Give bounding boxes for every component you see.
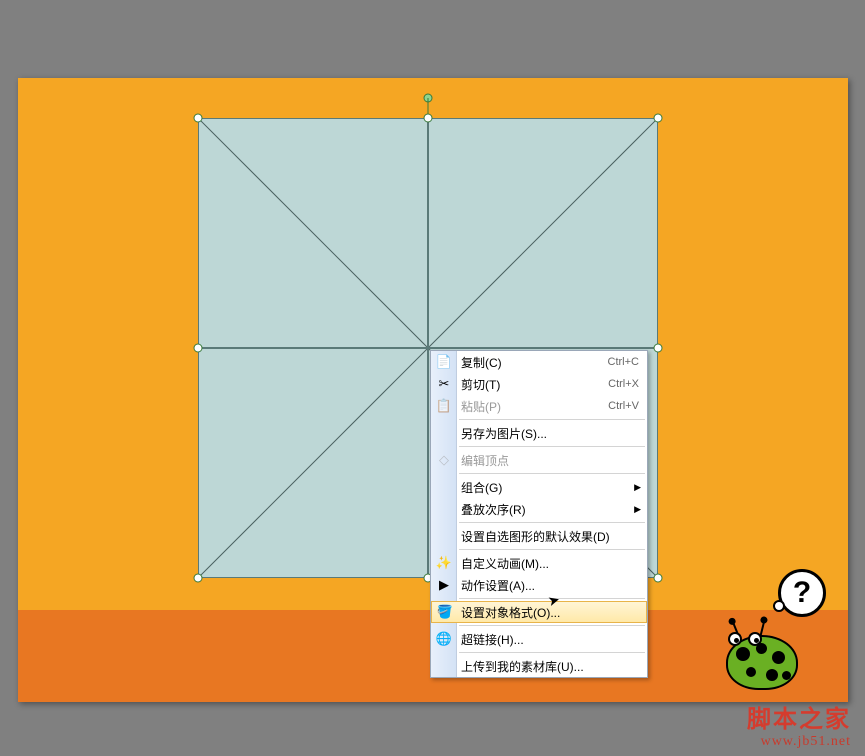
paste-icon: 📋 <box>435 397 453 415</box>
cut-icon: ✂ <box>435 375 453 393</box>
resize-handle-w[interactable] <box>194 344 203 353</box>
format-icon: 🪣 <box>436 603 454 621</box>
copy-icon: 📄 <box>435 353 453 371</box>
resize-handle-nw[interactable] <box>194 114 203 123</box>
menu-order[interactable]: 叠放次序(R) ▶ <box>431 498 647 520</box>
bubble-text: ? <box>793 576 811 610</box>
watermark-url: www.jb51.net <box>747 734 851 750</box>
menu-cut-shortcut: Ctrl+X <box>608 378 639 390</box>
bug-eye-right <box>748 632 762 646</box>
resize-handle-sw[interactable] <box>194 574 203 583</box>
menu-separator <box>459 419 645 420</box>
resize-handle-ne[interactable] <box>654 114 663 123</box>
menu-separator <box>459 446 645 447</box>
shape-quadrant-3[interactable] <box>198 348 428 578</box>
bug-eye-left <box>728 632 742 646</box>
resize-handle-se[interactable] <box>654 574 663 583</box>
submenu-arrow-icon: ▶ <box>634 482 641 493</box>
menu-separator <box>459 473 645 474</box>
menu-separator <box>459 549 645 550</box>
menu-action-settings-label: 动作设置(A)... <box>461 577 639 594</box>
menu-format-object-label: 设置对象格式(O)... <box>461 604 638 621</box>
resize-handle-n[interactable] <box>424 114 433 123</box>
menu-custom-animation[interactable]: ✨ 自定义动画(M)... <box>431 552 647 574</box>
menu-group-label: 组合(G) <box>461 479 639 496</box>
context-menu: 📄 复制(C) Ctrl+C ✂ 剪切(T) Ctrl+X 📋 粘贴(P) Ct… <box>430 350 648 678</box>
action-icon: ▶ <box>435 576 453 594</box>
watermark: 脚本之家 www.jb51.net <box>747 699 851 750</box>
menu-paste-shortcut: Ctrl+V <box>608 400 639 412</box>
menu-cut-label: 剪切(T) <box>461 376 608 393</box>
menu-separator <box>459 652 645 653</box>
resize-handle-e[interactable] <box>654 344 663 353</box>
menu-hyperlink-label: 超链接(H)... <box>461 631 639 648</box>
menu-save-as-picture-label: 另存为图片(S)... <box>461 425 639 442</box>
menu-group[interactable]: 组合(G) ▶ <box>431 476 647 498</box>
edit-points-icon: ◇ <box>435 451 453 469</box>
menu-paste-label: 粘贴(P) <box>461 398 608 415</box>
speech-bubble: ? <box>778 569 826 617</box>
menu-hyperlink[interactable]: 🌐 超链接(H)... <box>431 628 647 650</box>
menu-copy[interactable]: 📄 复制(C) Ctrl+C <box>431 351 647 373</box>
submenu-arrow-icon: ▶ <box>634 504 641 515</box>
menu-edit-points[interactable]: ◇ 编辑顶点 <box>431 449 647 471</box>
menu-edit-points-label: 编辑顶点 <box>461 452 639 469</box>
menu-save-as-picture[interactable]: 另存为图片(S)... <box>431 422 647 444</box>
menu-separator <box>459 522 645 523</box>
watermark-title: 脚本之家 <box>747 699 851 734</box>
menu-set-autoshape-defaults[interactable]: 设置自选图形的默认效果(D) <box>431 525 647 547</box>
bug-illustration: ? <box>718 604 826 694</box>
menu-upload-to-gallery-label: 上传到我的素材库(U)... <box>461 658 639 675</box>
menu-custom-animation-label: 自定义动画(M)... <box>461 555 639 572</box>
menu-copy-label: 复制(C) <box>461 354 608 371</box>
shape-quadrant-2[interactable] <box>428 118 658 348</box>
menu-format-object[interactable]: 🪣 设置对象格式(O)... <box>431 601 647 623</box>
menu-separator <box>459 625 645 626</box>
menu-copy-shortcut: Ctrl+C <box>608 356 639 368</box>
shape-quadrant-1[interactable] <box>198 118 428 348</box>
menu-action-settings[interactable]: ▶ 动作设置(A)... <box>431 574 647 596</box>
hyperlink-icon: 🌐 <box>435 630 453 648</box>
menu-set-autoshape-defaults-label: 设置自选图形的默认效果(D) <box>461 528 639 545</box>
animation-icon: ✨ <box>435 554 453 572</box>
menu-upload-to-gallery[interactable]: 上传到我的素材库(U)... <box>431 655 647 677</box>
menu-cut[interactable]: ✂ 剪切(T) Ctrl+X <box>431 373 647 395</box>
menu-order-label: 叠放次序(R) <box>461 501 639 518</box>
menu-paste[interactable]: 📋 粘贴(P) Ctrl+V <box>431 395 647 417</box>
menu-separator <box>459 598 645 599</box>
